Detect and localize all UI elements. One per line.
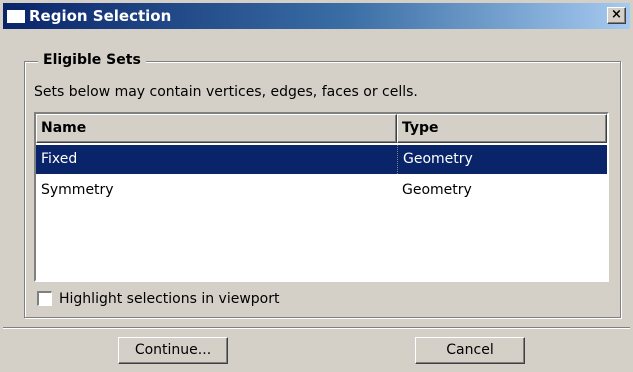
region-selection-dialog: Region Selection × Eligible Sets Sets be…: [0, 0, 633, 372]
table-header: Name Type: [36, 114, 607, 143]
row-type-cell: Geometry: [397, 145, 607, 174]
cancel-button[interactable]: Cancel: [415, 337, 525, 364]
group-legend: Eligible Sets: [38, 51, 146, 69]
continue-button[interactable]: Continue...: [118, 337, 228, 364]
highlight-checkbox-label[interactable]: Highlight selections in viewport: [59, 290, 279, 308]
column-header-name[interactable]: Name: [36, 114, 397, 143]
sets-table: Name Type Fixed Geometry Symmetry Geomet…: [34, 112, 609, 282]
dialog-title: Region Selection: [29, 7, 172, 25]
close-button[interactable]: ×: [607, 7, 626, 24]
group-description: Sets below may contain vertices, edges, …: [34, 84, 418, 100]
close-icon: ×: [611, 7, 622, 22]
row-name-cell: Fixed: [41, 151, 78, 167]
title-bar[interactable]: Region Selection ×: [3, 3, 630, 29]
table-row[interactable]: Fixed Geometry: [36, 145, 607, 174]
row-name-cell: Symmetry: [41, 182, 114, 198]
highlight-checkbox[interactable]: [37, 291, 52, 306]
column-header-type[interactable]: Type: [397, 114, 607, 143]
row-type-cell: Geometry: [402, 182, 472, 198]
window-icon: [7, 7, 25, 23]
table-row[interactable]: Symmetry Geometry: [36, 176, 607, 205]
button-separator: [3, 327, 630, 329]
